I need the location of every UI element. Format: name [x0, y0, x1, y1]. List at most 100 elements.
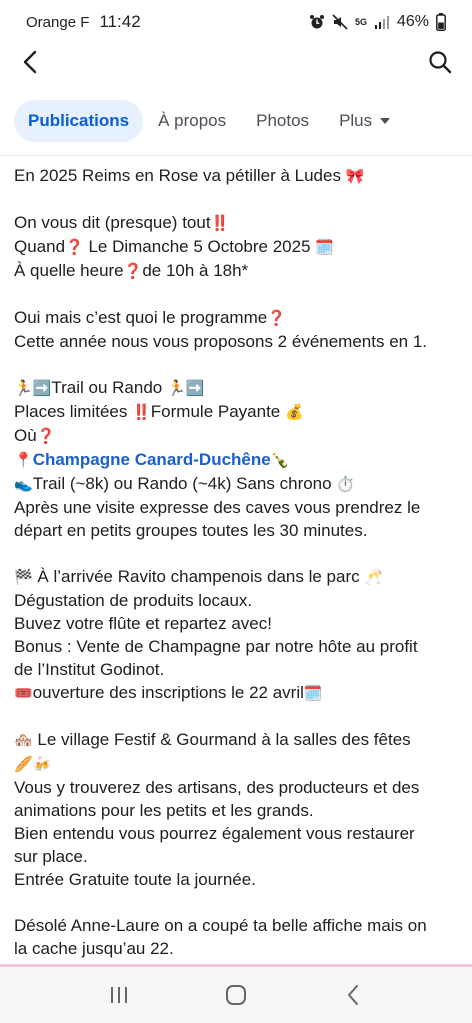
carrier-name: Orange F — [26, 14, 90, 31]
top-nav — [0, 44, 472, 80]
post-text: Places limitées — [14, 402, 133, 421]
tab-photos[interactable]: Photos — [241, 100, 324, 142]
profile-tabs: Publications À propos Photos Plus — [0, 98, 472, 144]
status-bar: Orange F 11:42 5G 46% — [0, 0, 472, 44]
post-line: Oui mais c’est quoi le programme❓ — [14, 306, 464, 330]
post-text: Quand — [14, 237, 66, 256]
tab-publications[interactable]: Publications — [14, 100, 144, 142]
ticket-emoji: 🎟️ — [14, 684, 33, 702]
post-text: Le village Festif & Gourmand à la salles… — [32, 730, 411, 749]
shoe-emoji: 👟 — [14, 475, 33, 493]
system-nav-bar — [0, 967, 472, 1023]
status-left: Orange F 11:42 — [26, 12, 141, 32]
post-line: 🎟️ouverture des inscriptions le 22 avril… — [14, 681, 464, 705]
tab-more[interactable]: Plus — [324, 100, 405, 142]
home-button[interactable] — [216, 975, 256, 1015]
caret-down-icon — [380, 118, 391, 124]
post-text: Bonus : Vente de Champagne par notre hôt… — [14, 637, 418, 656]
post-line: 🏁 À l’arrivée Ravito champenois dans le … — [14, 565, 464, 589]
post-text: On vous dit (presque) tout — [14, 213, 211, 232]
houses-emoji: 🏘️ — [14, 731, 33, 749]
recent-apps-icon — [110, 987, 127, 1003]
money-bag-emoji: 💰 — [284, 403, 304, 421]
post-line: Bien entendu vous pourrez également vous… — [14, 822, 464, 845]
post-text: Bien entendu vous pourrez également vous… — [14, 824, 415, 843]
back-button[interactable] — [14, 46, 46, 78]
post-line: animations pour les petits et les grands… — [14, 799, 464, 822]
post-line: 🏃➡️Trail ou Rando 🏃➡️ — [14, 376, 464, 400]
checkered-flag-emoji: 🏁 — [14, 568, 33, 586]
post-text: Où — [14, 426, 37, 445]
post-text: Le Dimanche 5 Octobre 2025 — [83, 237, 316, 256]
ribbon-emoji: 🎀 — [345, 167, 365, 185]
post-text: départ en petits groupes toutes les 30 m… — [14, 521, 368, 540]
question-emoji: ❓ — [267, 309, 286, 327]
post-text: À l’arrivée Ravito champenois dans le pa… — [32, 567, 365, 586]
recent-apps-button[interactable] — [99, 975, 139, 1015]
status-icons: 5G 46% — [309, 13, 446, 31]
home-icon — [225, 985, 246, 1005]
post-line: Cette année nous vous proposons 2 événem… — [14, 330, 464, 353]
calendar-emoji: 🗓️ — [315, 238, 334, 256]
double-exclamation-emoji: ‼️ — [210, 214, 230, 232]
post-line: 📍Champagne Canard-Duchêne🍾 — [14, 448, 464, 472]
post-line: Vous y trouverez des artisans, des produ… — [14, 776, 464, 799]
post-text: En 2025 Reims en Rose va pétiller à Lude… — [14, 166, 341, 185]
timer-emoji: ⏱️ — [336, 475, 356, 493]
system-back-button[interactable] — [333, 975, 373, 1015]
post-text: de 10h à 18h* — [142, 261, 249, 280]
post-line: départ en petits groupes toutes les 30 m… — [14, 519, 464, 542]
battery-icon — [436, 13, 446, 31]
runner-arrow-emoji: 🏃➡️ — [14, 379, 52, 397]
search-button[interactable] — [424, 46, 456, 78]
alarm-icon — [309, 14, 325, 30]
battery-level: 46% — [396, 13, 429, 30]
post-line: Buvez votre flûte et repartez avec! — [14, 612, 464, 635]
post-text: animations pour les petits et les grands… — [14, 801, 314, 820]
post-line: Places limitées ‼️Formule Payante 💰 — [14, 400, 464, 424]
post-text: Trail (~8k) ou Rando (~4k) Sans chrono — [32, 474, 337, 493]
post-line: Dégustation de produits locaux. — [14, 589, 464, 612]
page-link-canard-duchene[interactable]: Champagne Canard-Duchêne — [33, 450, 271, 469]
post-text: À quelle heure — [14, 261, 124, 280]
post-line: Après une visite expresse des caves vous… — [14, 496, 464, 519]
post-line: 🏘️ Le village Festif & Gourmand à la sal… — [14, 728, 464, 752]
chevron-left-icon — [23, 50, 37, 74]
post-text: Formule Payante — [150, 402, 285, 421]
question-emoji: ❓ — [65, 238, 84, 256]
post-line: Quand❓ Le Dimanche 5 Octobre 2025 🗓️ — [14, 235, 464, 259]
post-text: Entrée Gratuite toute la journée. — [14, 870, 256, 889]
clock: 11:42 — [99, 12, 141, 31]
signal-icon — [374, 15, 390, 29]
post-line: sur place. — [14, 845, 464, 868]
calendar-emoji: 🗓️ — [303, 684, 323, 702]
champagne-bottle-emoji: 🍾 — [270, 451, 290, 469]
post-line: En 2025 Reims en Rose va pétiller à Lude… — [14, 164, 464, 188]
post-text: de l’Institut Godinot. — [14, 660, 165, 679]
post-line: la cache jusqu’au 22. — [14, 937, 464, 960]
tab-more-label: Plus — [339, 111, 373, 130]
post-line: Entrée Gratuite toute la journée. — [14, 868, 464, 891]
post-line: Où❓ — [14, 424, 464, 448]
baguette-beer-emoji: 🥖🍻 — [14, 755, 52, 773]
post-text: Désolé Anne-Laure on a coupé ta belle af… — [14, 916, 427, 935]
post-line: Bonus : Vente de Champagne par notre hôt… — [14, 635, 464, 658]
post-text: Vous y trouverez des artisans, des produ… — [14, 778, 420, 797]
champagne-glasses-emoji: 🥂 — [364, 568, 384, 586]
post-text: Cette année nous vous proposons 2 événem… — [14, 332, 428, 351]
post-text: Oui mais c’est quoi le programme — [14, 308, 268, 327]
question-emoji: ❓ — [123, 262, 143, 280]
tab-about[interactable]: À propos — [143, 100, 241, 142]
post-line: de l’Institut Godinot. — [14, 658, 464, 681]
post-text: Trail ou Rando — [51, 378, 167, 397]
post-text: Dégustation de produits locaux. — [14, 591, 253, 610]
post-text: Buvez votre flûte et repartez avec! — [14, 614, 272, 633]
tabs-divider — [0, 155, 472, 156]
question-emoji: ❓ — [36, 427, 56, 445]
search-icon — [429, 51, 452, 74]
pin-emoji: 📍 — [14, 451, 33, 469]
post-line: Désolé Anne-Laure on a coupé ta belle af… — [14, 914, 464, 937]
post-line: À quelle heure❓de 10h à 18h* — [14, 259, 464, 283]
post-text: sur place. — [14, 847, 88, 866]
mute-icon — [332, 14, 348, 30]
